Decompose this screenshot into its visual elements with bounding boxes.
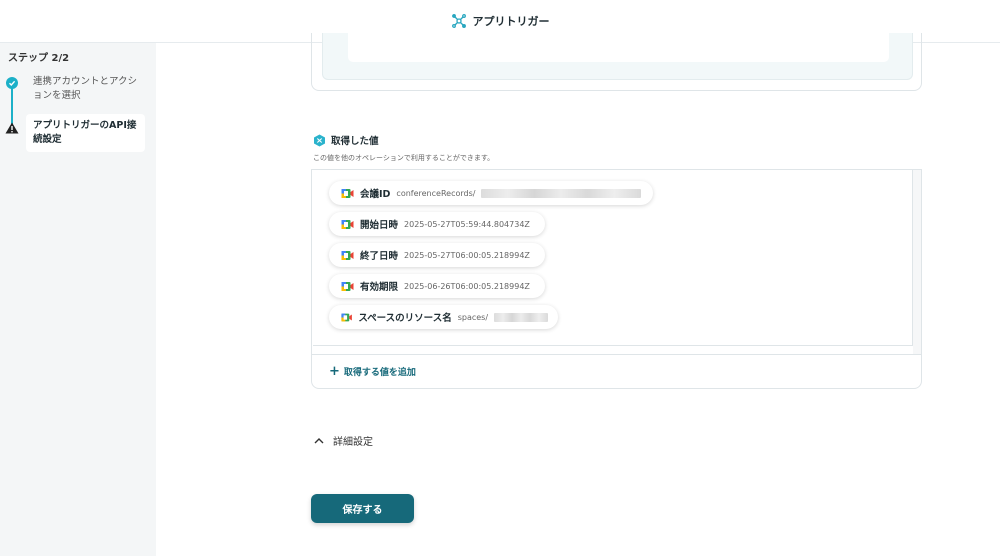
google-meet-icon: [341, 219, 354, 229]
chevron-up-icon: [314, 438, 324, 444]
sidebar-step-select-account[interactable]: 連携アカウントとアクションを選択: [33, 75, 143, 103]
previous-section-inner: [322, 33, 913, 80]
value-pill-space-resource[interactable]: スペースのリソース名 spaces/: [329, 305, 558, 329]
sidebar-step-api-settings[interactable]: アプリトリガーのAPI接続設定: [26, 114, 145, 152]
warning-icon: [5, 122, 19, 134]
value-text: 2025-05-27T06:00:05.218994Z: [404, 250, 530, 260]
step-count: ステップ 2/2: [8, 53, 70, 64]
redacted-value: [494, 312, 548, 322]
plus-icon: +: [329, 363, 340, 379]
save-button[interactable]: 保存する: [311, 494, 414, 523]
value-label: 会議ID: [360, 189, 391, 200]
acquired-values-heading: 取得した値: [313, 133, 379, 147]
previous-section-card: [311, 33, 922, 91]
value-pill-end-time[interactable]: 終了日時 2025-05-27T06:00:05.218994Z: [329, 243, 545, 267]
google-meet-icon: [341, 281, 354, 291]
acquired-values-list: 会議ID conferenceRecords/ 開始日時 2025-05-27T…: [313, 170, 913, 346]
value-text: 2025-05-27T05:59:44.804734Z: [404, 219, 530, 229]
header-brand: アプリトリガー: [451, 13, 550, 29]
detail-settings-label: 詳細設定: [333, 437, 373, 448]
value-text: conferenceRecords/: [396, 188, 476, 198]
acquired-values-card: 会議ID conferenceRecords/ 開始日時 2025-05-27T…: [311, 169, 922, 389]
sidebar: ステップ 2/2 連携アカウントとアクションを選択 アプリトリガーのAPI接続設…: [0, 43, 156, 556]
detail-settings-toggle[interactable]: 詳細設定: [314, 433, 373, 448]
value-pill-start-time[interactable]: 開始日時 2025-05-27T05:59:44.804734Z: [329, 212, 545, 236]
value-pill-meeting-id[interactable]: 会議ID conferenceRecords/: [329, 181, 653, 205]
values-divider: [312, 354, 921, 355]
redacted-value: [481, 188, 642, 198]
add-value-button[interactable]: + 取得する値を追加: [329, 363, 416, 379]
value-pill-expiration[interactable]: 有効期限 2025-06-26T06:00:05.218994Z: [329, 274, 545, 298]
add-value-label: 取得する値を追加: [343, 368, 416, 378]
check-circle-icon: [6, 77, 18, 89]
acquired-values-icon: [314, 134, 325, 146]
value-label: 有効期限: [360, 282, 399, 293]
value-label: スペースのリソース名: [358, 313, 452, 324]
acquired-values-title: 取得した値: [331, 136, 379, 147]
value-text: 2025-06-26T06:00:05.218994Z: [404, 281, 530, 291]
value-label: 開始日時: [360, 220, 399, 231]
acquired-values-description: この値を他のオペレーションで利用することができます。: [313, 154, 495, 162]
previous-section-content: [348, 33, 889, 62]
value-text: spaces/: [457, 312, 489, 322]
google-meet-icon: [341, 188, 354, 198]
values-scrollbar[interactable]: [913, 170, 921, 354]
google-meet-icon: [341, 250, 354, 260]
page-title: アプリトリガー: [472, 15, 550, 28]
google-meet-icon: [341, 313, 352, 321]
trigger-icon: [451, 14, 466, 28]
step-connector: [11, 84, 13, 126]
value-label: 終了日時: [360, 251, 399, 262]
